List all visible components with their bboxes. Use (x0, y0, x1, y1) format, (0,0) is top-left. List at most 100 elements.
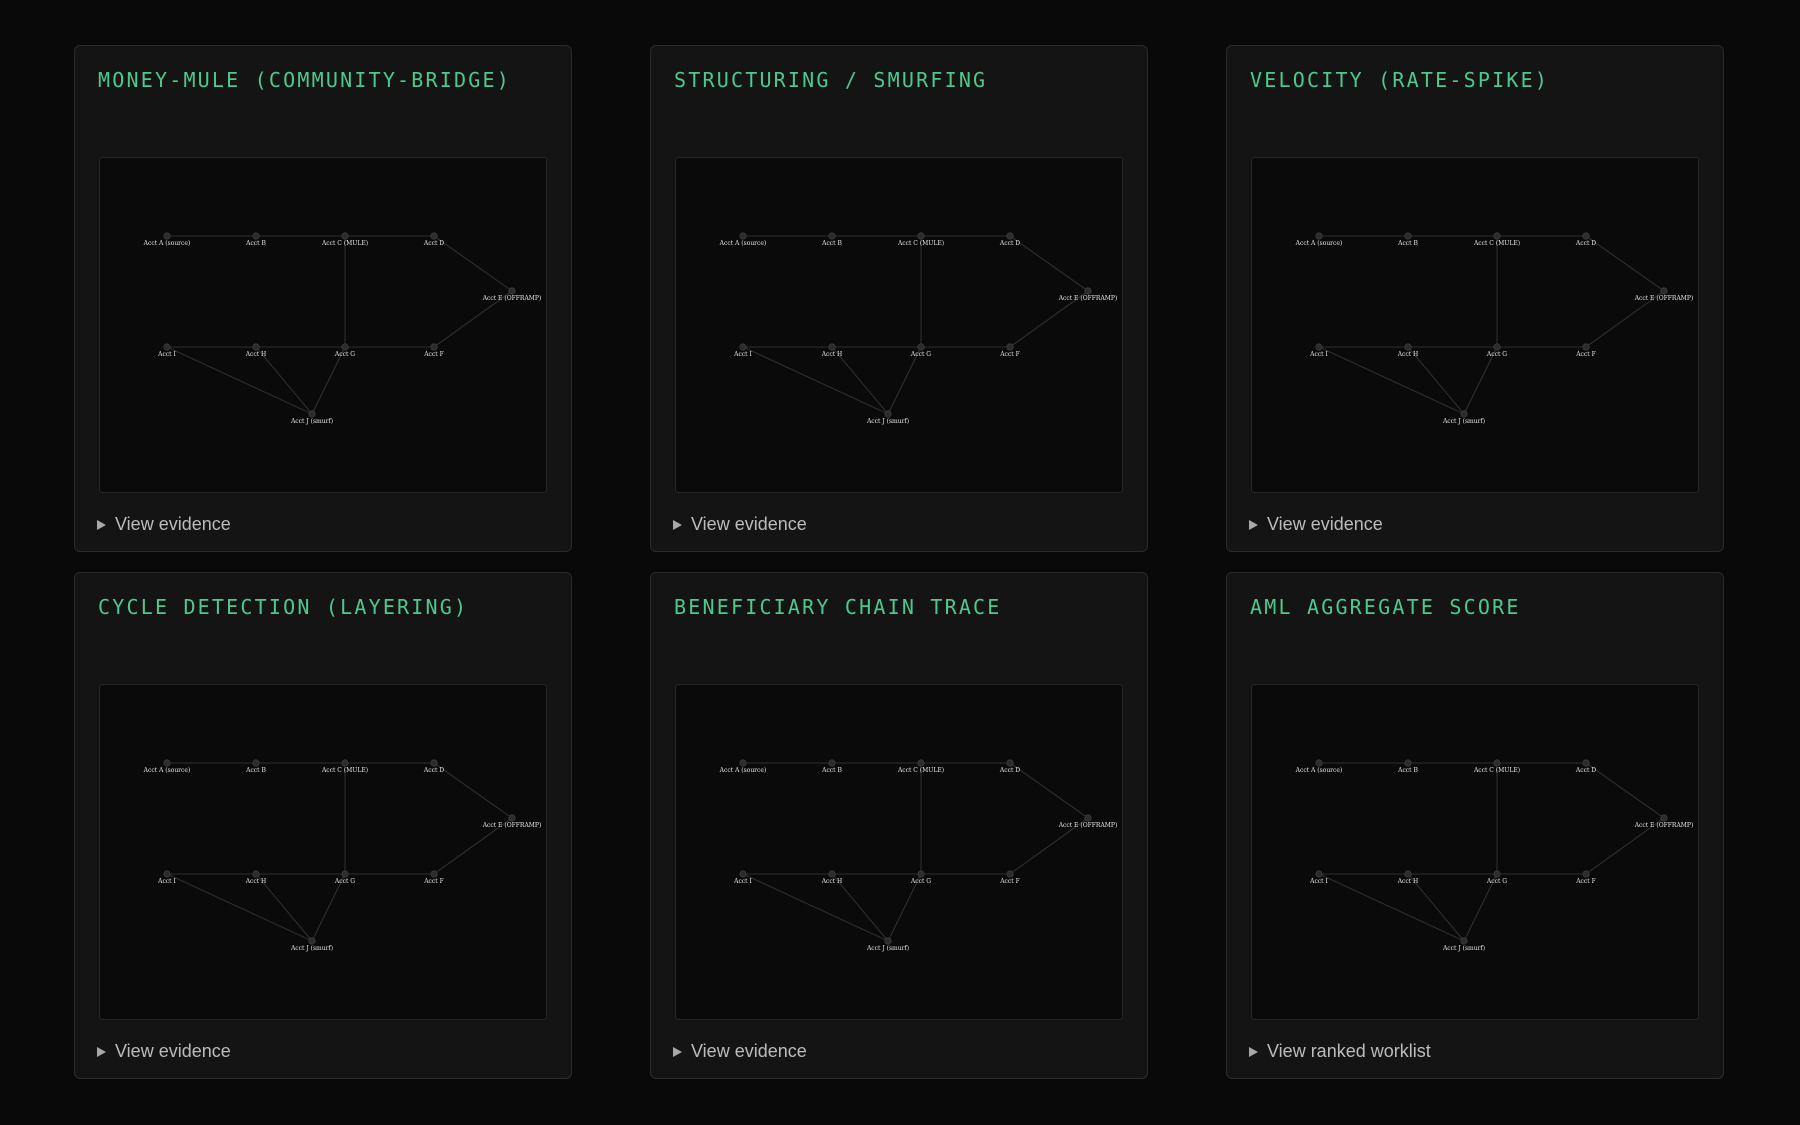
transaction-graph[interactable]: Acct A (source) Acct B Acct C (MULE) Acct D… (99, 157, 547, 493)
view-evidence-toggle[interactable]: View evidence (1249, 514, 1383, 535)
view-evidence-toggle[interactable]: View evidence (97, 514, 231, 535)
graph-node[interactable] (508, 814, 516, 822)
graph-node-label: Acct B (821, 767, 842, 774)
transaction-graph[interactable]: Acct A (source) Acct B Acct C (MULE) Acct D… (675, 157, 1123, 493)
graph-edge (1009, 235, 1089, 292)
graph-node[interactable] (739, 343, 747, 351)
graph-node[interactable] (828, 232, 836, 240)
graph-node[interactable] (163, 759, 171, 767)
view-evidence-toggle[interactable]: View evidence (97, 1041, 231, 1062)
graph-node[interactable] (1084, 287, 1092, 295)
graph-node[interactable] (341, 232, 349, 240)
graph-node[interactable] (1006, 232, 1014, 240)
graph-node[interactable] (163, 343, 171, 351)
graph-edge (166, 873, 313, 942)
graph-node[interactable] (1493, 870, 1501, 878)
graph-node[interactable] (1582, 759, 1590, 767)
graph-node[interactable] (917, 759, 925, 767)
graph-node[interactable] (1460, 410, 1468, 418)
view-ranked-worklist-toggle[interactable]: View ranked worklist (1249, 1041, 1431, 1062)
graph-node[interactable] (1582, 232, 1590, 240)
graph-node[interactable] (1493, 232, 1501, 240)
card-structuring: STRUCTURING / SMURFING Acct A (source) Ac… (650, 45, 1148, 552)
transaction-graph[interactable]: Acct A (source) Acct B Acct C (MULE) Acct D… (99, 684, 547, 1020)
graph-node[interactable] (884, 410, 892, 418)
view-evidence-toggle[interactable]: View evidence (673, 1041, 807, 1062)
graph-node[interactable] (1315, 759, 1323, 767)
graph-node[interactable] (1582, 343, 1590, 351)
graph-node-label: Acct E (OFFRAMP) (1634, 295, 1694, 302)
graph-node[interactable] (308, 937, 316, 945)
graph-canvas: Acct A (source) Acct B Acct C (MULE) Acct D… (1295, 232, 1694, 425)
graph-node[interactable] (1404, 870, 1412, 878)
graph-node[interactable] (739, 870, 747, 878)
view-evidence-toggle[interactable]: View evidence (673, 514, 807, 535)
graph-node-label: Acct G (334, 878, 355, 885)
graph-node[interactable] (1493, 759, 1501, 767)
graph-node[interactable] (308, 410, 316, 418)
disclosure-triangle-icon (673, 1046, 682, 1057)
card-cycle-detection: CYCLE DETECTION (LAYERING) Acct A (sourc… (74, 572, 572, 1079)
graph-node[interactable] (163, 870, 171, 878)
graph-node-label: Acct C (MULE) (321, 767, 368, 774)
graph-node[interactable] (1006, 343, 1014, 351)
graph-node[interactable] (430, 870, 438, 878)
graph-node[interactable] (1006, 870, 1014, 878)
disclosure-triangle-icon (673, 519, 682, 530)
card-title: VELOCITY (RATE-SPIKE) (1250, 68, 1550, 92)
graph-node-label: Acct H (821, 351, 843, 358)
graph-node[interactable] (252, 343, 260, 351)
graph-node[interactable] (739, 232, 747, 240)
graph-node[interactable] (163, 232, 171, 240)
graph-node[interactable] (341, 870, 349, 878)
graph-node-label: Acct B (245, 767, 266, 774)
graph-node[interactable] (252, 759, 260, 767)
graph-node[interactable] (1084, 814, 1092, 822)
graph-node[interactable] (828, 870, 836, 878)
graph-node-label: Acct J (smurf) (1442, 945, 1485, 952)
graph-canvas: Acct A (source) Acct B Acct C (MULE) Acct D… (719, 759, 1117, 952)
graph-node[interactable] (917, 232, 925, 240)
toggle-label: View evidence (115, 1041, 231, 1061)
graph-node[interactable] (917, 343, 925, 351)
graph-node[interactable] (1660, 287, 1668, 295)
graph-node[interactable] (430, 759, 438, 767)
graph-node[interactable] (884, 937, 892, 945)
graph-node[interactable] (1315, 232, 1323, 240)
graph-node-label: Acct D (1575, 767, 1596, 774)
graph-node-label: Acct H (1397, 878, 1419, 885)
graph-node-label: Acct F (1575, 351, 1596, 358)
transaction-graph[interactable]: Acct A (source) Acct B Acct C (MULE) Acct D… (675, 684, 1123, 1020)
card-title: CYCLE DETECTION (LAYERING) (98, 595, 469, 619)
graph-node-label: Acct I (733, 878, 752, 885)
graph-node-label: Acct A (source) (143, 767, 191, 774)
graph-node[interactable] (341, 343, 349, 351)
graph-node[interactable] (1404, 232, 1412, 240)
graph-node[interactable] (252, 232, 260, 240)
graph-node[interactable] (1660, 814, 1668, 822)
graph-node-label: Acct J (smurf) (1442, 418, 1485, 425)
graph-node[interactable] (1493, 343, 1501, 351)
transaction-graph[interactable]: Acct A (source) Acct B Acct C (MULE) Acct D… (1251, 684, 1699, 1020)
graph-node[interactable] (1404, 759, 1412, 767)
graph-node[interactable] (1315, 870, 1323, 878)
graph-node[interactable] (252, 870, 260, 878)
graph-node[interactable] (739, 759, 747, 767)
graph-node[interactable] (917, 870, 925, 878)
toggle-label: View evidence (691, 514, 807, 534)
card-beneficiary-chain: BENEFICIARY CHAIN TRACE Acct A (source) A… (650, 572, 1148, 1079)
graph-node[interactable] (1006, 759, 1014, 767)
card-title: MONEY-MULE (COMMUNITY-BRIDGE) (98, 68, 511, 92)
transaction-graph[interactable]: Acct A (source) Acct B Acct C (MULE) Acct D… (1251, 157, 1699, 493)
graph-node[interactable] (341, 759, 349, 767)
graph-node[interactable] (828, 759, 836, 767)
graph-node[interactable] (430, 343, 438, 351)
disclosure-triangle-icon (1249, 519, 1258, 530)
graph-node[interactable] (1404, 343, 1412, 351)
graph-node[interactable] (1582, 870, 1590, 878)
graph-node[interactable] (430, 232, 438, 240)
graph-node[interactable] (828, 343, 836, 351)
graph-node[interactable] (1315, 343, 1323, 351)
graph-node[interactable] (1460, 937, 1468, 945)
graph-node[interactable] (508, 287, 516, 295)
